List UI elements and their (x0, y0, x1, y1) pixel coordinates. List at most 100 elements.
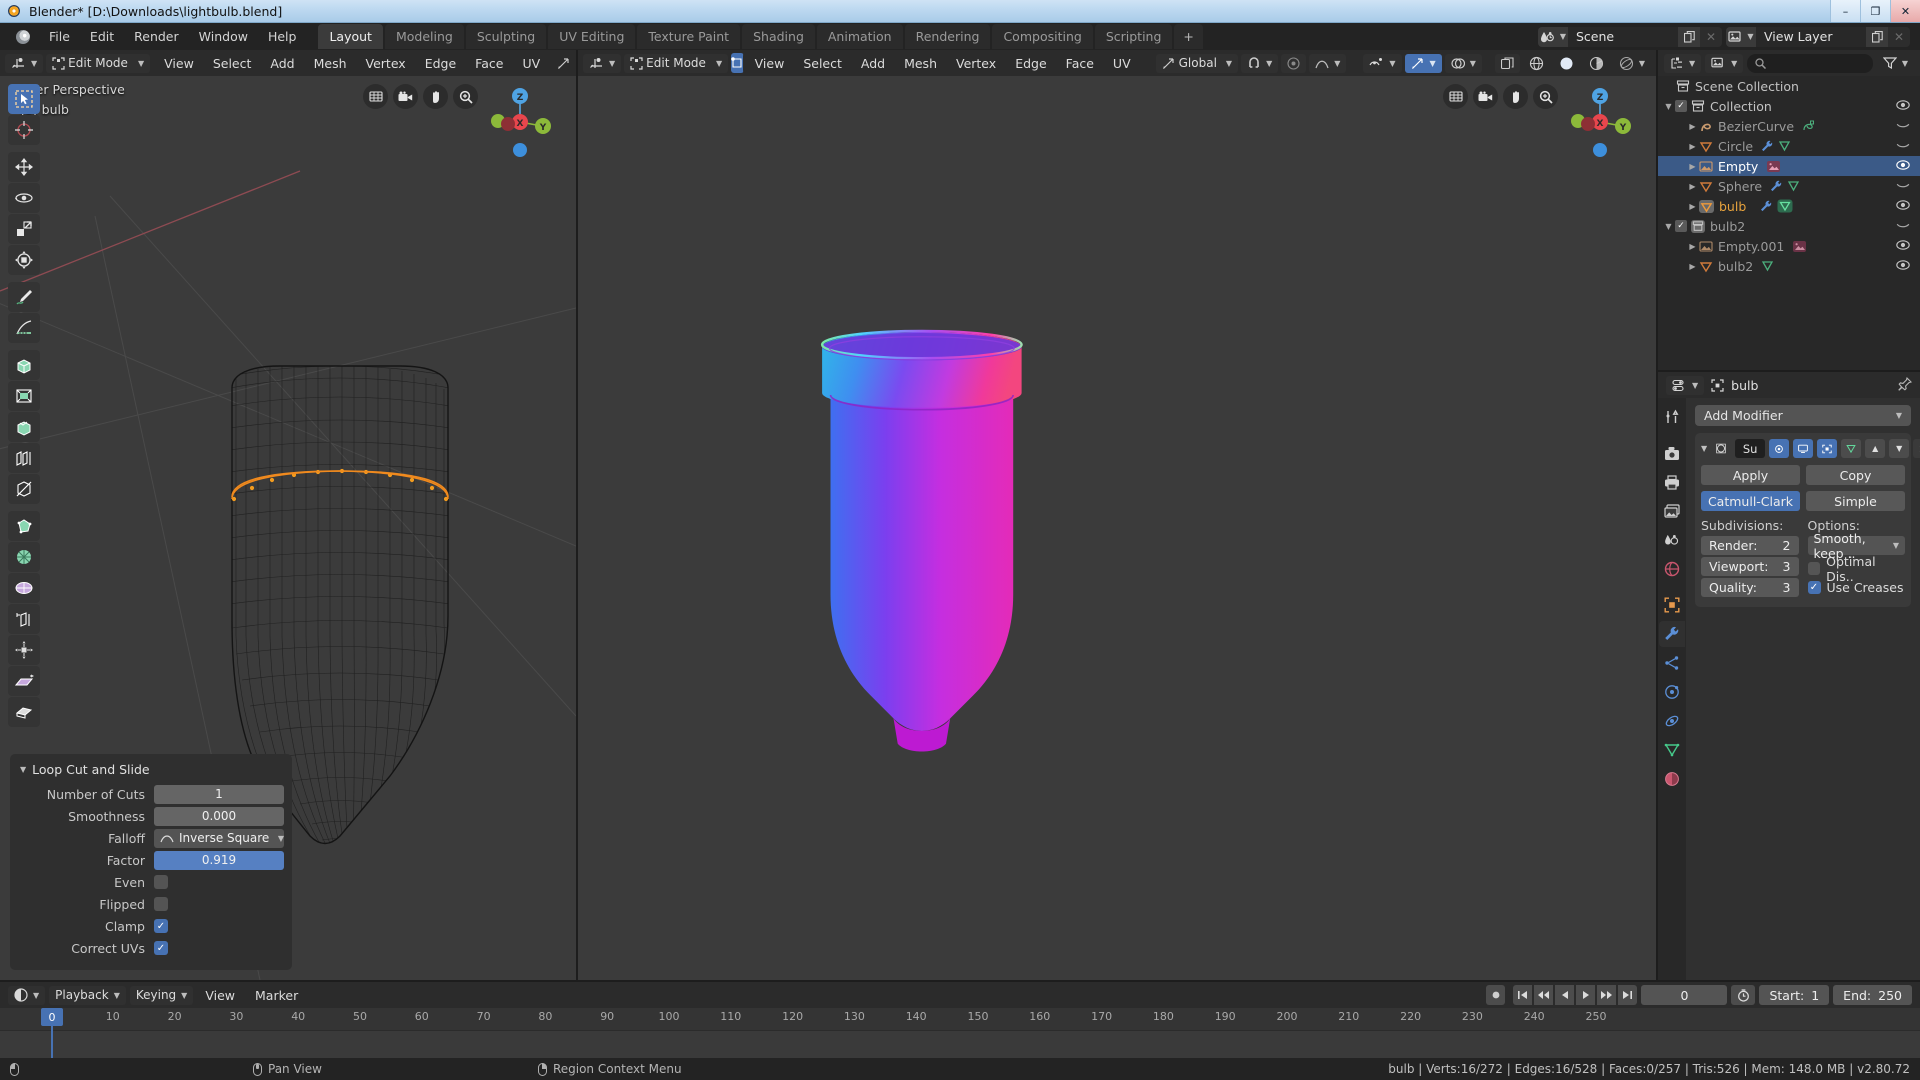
modifier-show-cage-toggle[interactable] (1841, 439, 1862, 458)
transform-orientation-left-icon[interactable] (551, 54, 576, 73)
visibility-eye-closed-icon[interactable] (1896, 119, 1910, 133)
tool-extrude-region-icon[interactable] (8, 350, 40, 380)
viewport-right-menu-view[interactable]: View (747, 54, 793, 73)
expand-triangle-icon[interactable]: ▼ (1662, 102, 1675, 111)
tool-annotate-icon[interactable] (8, 282, 40, 312)
expand-triangle-icon[interactable]: ▶ (1686, 262, 1699, 271)
tool-knife-icon[interactable] (8, 474, 40, 504)
menu-file[interactable]: File (40, 25, 79, 48)
collapse-triangle-icon[interactable]: ▼ (20, 765, 26, 774)
tab-tool[interactable] (1659, 404, 1685, 430)
field-smoothness[interactable]: 0.000 (154, 806, 284, 826)
tab-render[interactable] (1659, 440, 1685, 466)
scene-selector[interactable]: ▼ Scene ✕ (1538, 26, 1722, 47)
slider-factor[interactable]: 0.919 (154, 850, 284, 870)
close-button[interactable]: ✕ (1890, 0, 1920, 22)
jump-to-prev-keyframe-button[interactable] (1534, 985, 1554, 1005)
subdivision-catmull-clark-button[interactable]: Catmull-Clark (1701, 491, 1800, 511)
play-reverse-button[interactable] (1555, 985, 1575, 1005)
subdivision-simple-button[interactable]: Simple (1806, 491, 1905, 511)
tool-shear-icon[interactable] (8, 666, 40, 696)
show-overlays-icon[interactable]: ▼ (1444, 53, 1482, 73)
visibility-eye-closed-icon[interactable] (1896, 139, 1910, 153)
tool-rotate-icon[interactable] (8, 183, 40, 213)
tool-loop-cut-icon[interactable] (8, 443, 40, 473)
start-frame-field[interactable]: Start: 1 (1759, 985, 1830, 1005)
outliner-row-empty-001[interactable]: ▶ Empty.001 (1658, 236, 1920, 256)
jump-to-next-keyframe-button[interactable] (1597, 985, 1617, 1005)
field-falloff[interactable]: Inverse Square ▼ (154, 828, 284, 848)
tool-bevel-icon[interactable] (8, 412, 40, 442)
proportional-edit-icon[interactable] (1281, 53, 1307, 73)
tab-particles[interactable] (1659, 650, 1685, 676)
zoom-view-icon-right[interactable] (1533, 84, 1558, 109)
outliner-filter-icon[interactable]: ▼ (1877, 54, 1914, 73)
tab-compositing[interactable]: Compositing (992, 24, 1093, 49)
view-layer-selector[interactable]: ▼ View Layer ✕ (1726, 26, 1910, 47)
tool-edge-slide-icon[interactable] (8, 604, 40, 634)
outliner-search-input[interactable] (1747, 53, 1873, 73)
zoom-view-icon[interactable] (453, 84, 478, 109)
unlink-view-layer-button[interactable]: ✕ (1888, 26, 1910, 47)
menu-edit[interactable]: Edit (81, 25, 123, 48)
collection-checkbox[interactable]: ✓ (1675, 100, 1687, 112)
transform-orientation-selector[interactable]: Global ▼ (1155, 53, 1239, 73)
visibility-eye-closed-icon[interactable] (1896, 179, 1910, 193)
unlink-scene-button[interactable]: ✕ (1700, 26, 1722, 47)
toggle-camera-grid-icon-right[interactable] (1443, 84, 1468, 109)
visibility-eye-icon[interactable] (1896, 259, 1910, 273)
field-viewport-subdivisions[interactable]: Viewport: 3 (1701, 557, 1799, 576)
editor-type-selector-left[interactable]: ▼ (5, 53, 44, 73)
modifier-realtime-toggle[interactable] (1793, 439, 1814, 458)
tool-inset-faces-icon[interactable] (8, 381, 40, 411)
timeline-menu-marker[interactable]: Marker (247, 986, 306, 1005)
playback-menu[interactable]: Playback ▼ (49, 985, 126, 1005)
operator-panel-header[interactable]: ▼ Loop Cut and Slide (18, 760, 284, 784)
tab-view-layer[interactable] (1659, 498, 1685, 524)
mode-selector-right[interactable]: Edit Mode ▼ (624, 53, 729, 73)
viewport-right-menu-edge[interactable]: Edge (1007, 54, 1054, 73)
checkbox-correct-uvs[interactable]: ✓ (154, 941, 168, 955)
viewport-right-axis-gizmo[interactable]: X Z Y (1560, 84, 1638, 162)
shading-solid-icon[interactable] (1553, 54, 1580, 73)
visibility-eye-icon[interactable] (1896, 159, 1910, 173)
pan-view-icon[interactable] (423, 84, 448, 109)
add-workspace-button[interactable]: + (1174, 24, 1203, 49)
tool-poly-build-icon[interactable] (8, 511, 40, 541)
tab-material[interactable] (1659, 766, 1685, 792)
expand-triangle-icon[interactable]: ▼ (1662, 222, 1675, 231)
maximize-button[interactable]: ❐ (1860, 0, 1890, 22)
outliner-row-bulb[interactable]: ▶ bulb (1658, 196, 1920, 216)
tool-move-icon[interactable] (8, 152, 40, 182)
viewport-left-menu-mesh[interactable]: Mesh (306, 54, 355, 73)
modifier-name-field[interactable]: Su (1735, 439, 1766, 458)
add-modifier-dropdown[interactable]: Add Modifier ▼ (1695, 405, 1911, 426)
expand-triangle-icon[interactable]: ▶ (1686, 122, 1699, 131)
timeline-menu-view[interactable]: View (197, 986, 243, 1005)
tab-sculpting[interactable]: Sculpting (465, 24, 547, 49)
mesh-edit-mode-overlays-icon[interactable]: ▼ (1363, 53, 1402, 73)
modifier-copy-button[interactable]: Copy (1806, 465, 1905, 485)
outliner-row-collection[interactable]: ▼ ✓ Collection (1658, 96, 1920, 116)
properties-editor-type-icon[interactable]: ▼ (1666, 375, 1705, 395)
viewport-left-menu-view[interactable]: View (156, 54, 202, 73)
viewport-right-menu-mesh[interactable]: Mesh (896, 54, 945, 73)
modifier-edit-mode-toggle[interactable] (1817, 439, 1838, 458)
toggle-camera-grid-icon[interactable] (363, 84, 388, 109)
mode-selector-left[interactable]: Edit Mode ▼ (46, 53, 151, 73)
keying-menu[interactable]: Keying ▼ (129, 985, 194, 1005)
timeline-ruler[interactable]: 10 20 30 40 50 60 70 80 90 100 110 120 130 140 150 160 1… (0, 1008, 1920, 1030)
outliner-row-circle[interactable]: ▶ Circle (1658, 136, 1920, 156)
viewport-left-axis-gizmo[interactable]: X Z Y (480, 84, 558, 162)
expand-triangle-icon[interactable]: ▶ (1686, 142, 1699, 151)
field-quality[interactable]: Quality: 3 (1701, 578, 1799, 597)
visibility-eye-closed-icon[interactable] (1896, 219, 1910, 233)
modifier-delete-button[interactable]: ✕ (1913, 439, 1920, 458)
timeline-editor-type-icon[interactable]: ▼ (8, 985, 46, 1005)
tab-object[interactable] (1659, 592, 1685, 618)
modifier-on-cage-toggle[interactable] (1769, 439, 1790, 458)
shading-material-icon[interactable] (1583, 54, 1610, 73)
xray-toggle-icon[interactable]: ▼ (1404, 53, 1442, 73)
shading-wireframe-icon[interactable] (1523, 54, 1550, 73)
expand-triangle-icon[interactable]: ▶ (1686, 182, 1699, 191)
